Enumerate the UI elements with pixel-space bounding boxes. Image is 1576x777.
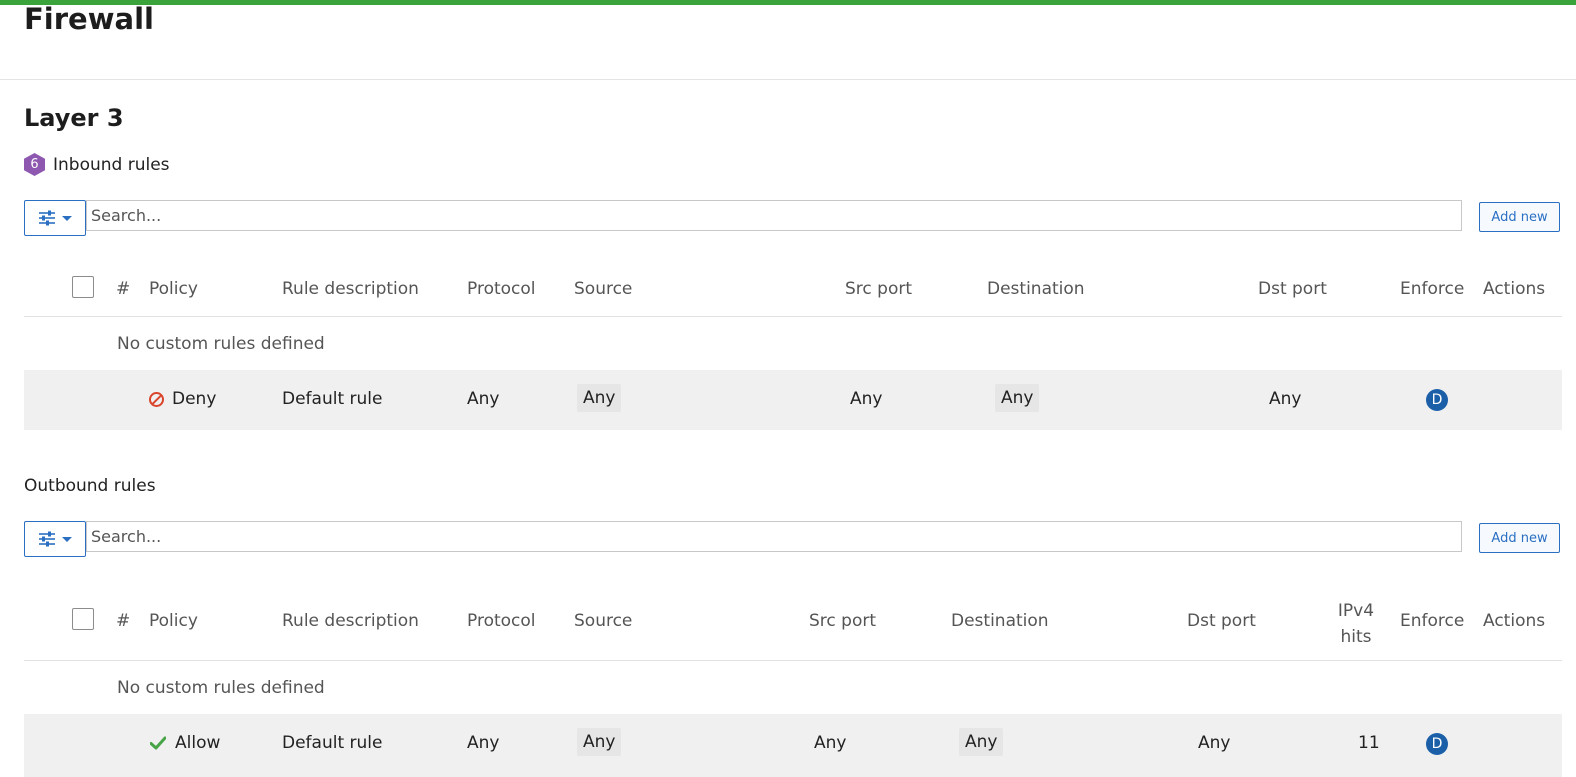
inbound-heading-label: Inbound rules	[53, 154, 170, 175]
caret-down-icon	[62, 215, 72, 221]
outbound-search-bar: Add new	[24, 521, 1562, 557]
destination-value: Any	[995, 384, 1040, 412]
table-row[interactable]: Deny Default rule Any Any Any Any Any D	[24, 370, 1562, 430]
col-source: Source	[574, 279, 633, 299]
outbound-add-new-button[interactable]: Add new	[1479, 523, 1560, 553]
policy-cell: Allow	[150, 733, 220, 753]
enforce-badge: D	[1426, 389, 1448, 411]
source-value: Any	[577, 728, 622, 756]
col-ipv4-hits-line1: IPv4	[1337, 601, 1375, 621]
col-src-port: Src port	[809, 611, 877, 631]
sliders-icon	[39, 531, 55, 547]
caret-down-icon	[62, 536, 72, 542]
ipv4-hits-value: 11	[1358, 733, 1380, 753]
source-value: Any	[577, 384, 622, 412]
policy-label: Deny	[172, 389, 217, 409]
protocol-value: Any	[467, 389, 500, 409]
col-rule-description: Rule description	[282, 279, 419, 299]
empty-rules-message: No custom rules defined	[117, 334, 325, 354]
col-destination: Destination	[951, 611, 1049, 631]
select-all-checkbox[interactable]	[72, 276, 94, 298]
rule-description: Default rule	[282, 389, 383, 409]
outbound-search-input[interactable]	[86, 521, 1462, 552]
inbound-search-input[interactable]	[86, 200, 1462, 231]
col-rule-description: Rule description	[282, 611, 419, 631]
protocol-value: Any	[467, 733, 500, 753]
inbound-table-header: # Policy Rule description Protocol Sourc…	[24, 262, 1562, 317]
col-num: #	[116, 611, 131, 631]
col-src-port: Src port	[845, 279, 913, 299]
inbound-heading: 6 Inbound rules	[24, 153, 170, 176]
outbound-filter-button[interactable]	[24, 521, 86, 557]
dst-port-value: Any	[1198, 733, 1231, 753]
empty-rules-message: No custom rules defined	[117, 678, 325, 698]
inbound-filter-button[interactable]	[24, 200, 86, 236]
deny-icon	[149, 391, 164, 407]
sliders-icon	[39, 210, 55, 226]
rule-description: Default rule	[282, 733, 383, 753]
col-source: Source	[574, 611, 633, 631]
title-divider	[0, 79, 1576, 80]
col-actions: Actions	[1483, 279, 1546, 299]
inbound-search-bar: Add new	[24, 200, 1562, 236]
col-ipv4-hits: IPv4 hits	[1330, 598, 1382, 650]
dst-port-value: Any	[1269, 389, 1302, 409]
check-icon	[150, 736, 166, 750]
src-port-value: Any	[850, 389, 883, 409]
col-policy: Policy	[149, 279, 198, 299]
col-actions: Actions	[1483, 611, 1546, 631]
policy-label: Allow	[175, 733, 221, 753]
col-enforce: Enforce	[1400, 279, 1465, 299]
col-num: #	[116, 279, 131, 299]
src-port-value: Any	[814, 733, 847, 753]
outbound-heading: Outbound rules	[24, 476, 156, 496]
col-enforce: Enforce	[1400, 611, 1465, 631]
col-ipv4-hits-line2: hits	[1340, 627, 1372, 647]
col-dst-port: Dst port	[1258, 279, 1327, 299]
outbound-table-header: # Policy Rule description Protocol Sourc…	[24, 594, 1562, 661]
col-dst-port: Dst port	[1187, 611, 1256, 631]
table-row[interactable]: Allow Default rule Any Any Any Any Any 1…	[24, 714, 1562, 777]
col-destination: Destination	[987, 279, 1085, 299]
inbound-add-new-button[interactable]: Add new	[1479, 202, 1560, 232]
col-protocol: Protocol	[467, 611, 536, 631]
top-accent-bar	[0, 0, 1576, 5]
select-all-checkbox[interactable]	[72, 608, 94, 630]
page-title: Firewall	[24, 2, 154, 36]
destination-value: Any	[959, 728, 1004, 756]
enforce-badge: D	[1426, 733, 1448, 755]
col-protocol: Protocol	[467, 279, 536, 299]
section-title: Layer 3	[24, 104, 124, 132]
col-policy: Policy	[149, 611, 198, 631]
outbound-heading-label: Outbound rules	[24, 476, 156, 496]
policy-cell: Deny	[149, 389, 216, 409]
rule-count-badge: 6	[24, 153, 45, 176]
